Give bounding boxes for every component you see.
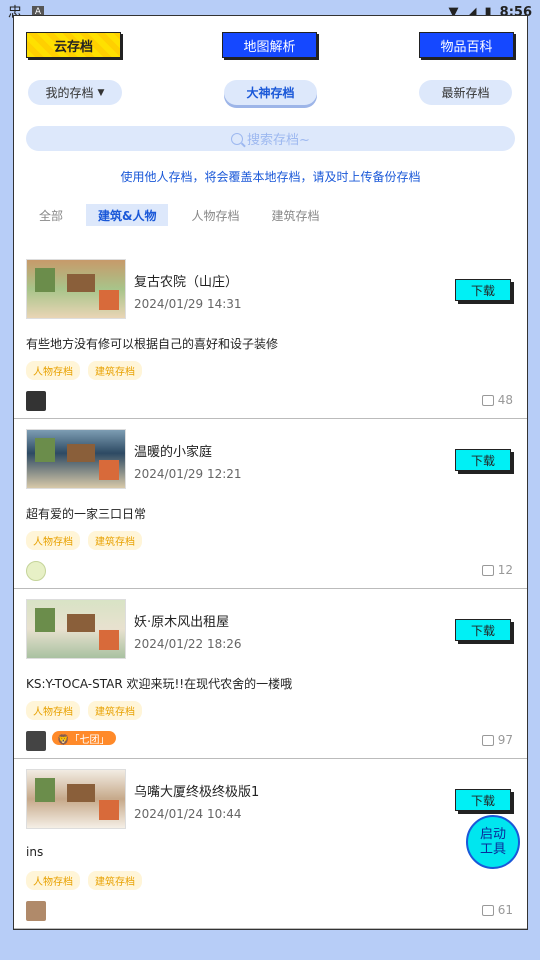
main-card: 云存档 地图解析 物品百科 我的存档 ▼ 大神存档 最新存档 搜索存档~ 使用他… xyxy=(13,15,528,930)
launch-tool-line2: 工具 xyxy=(479,842,506,857)
search-input[interactable]: 搜索存档~ xyxy=(26,126,515,151)
save-description: KS:Y-TOCA-STAR 欢迎来玩!!在现代农舍的一楼哦 xyxy=(26,677,293,691)
thumbs-up-icon xyxy=(481,564,494,576)
tag-list: 人物存档 建筑存档 xyxy=(26,871,142,890)
save-list: 复古农院（山庄） 2024/01/29 14:31 下载 有些地方没有修可以根据… xyxy=(14,249,527,929)
launch-tool-button[interactable]: 启动 工具 xyxy=(466,815,520,869)
download-button[interactable]: 下载 xyxy=(455,279,511,301)
save-title: 乌嘴大厦终极终极版1 xyxy=(134,785,260,800)
my-saves-label: 我的存档 xyxy=(45,86,94,100)
save-thumbnail[interactable] xyxy=(26,769,126,829)
save-thumbnail[interactable] xyxy=(26,259,126,319)
download-button[interactable]: 下载 xyxy=(455,789,511,811)
thumbs-up-icon xyxy=(481,734,494,746)
save-thumbnail[interactable] xyxy=(26,429,126,489)
tag-building: 建筑存档 xyxy=(88,531,142,550)
avatar[interactable] xyxy=(26,901,46,921)
likes[interactable]: 97 xyxy=(481,733,513,747)
tag-building: 建筑存档 xyxy=(88,701,142,720)
newest-saves-pill[interactable]: 最新存档 xyxy=(419,80,512,105)
my-saves-dropdown[interactable]: 我的存档 ▼ xyxy=(28,80,122,105)
likes-count: 97 xyxy=(497,733,513,747)
search-placeholder: 搜索存档~ xyxy=(247,133,310,148)
avatar[interactable] xyxy=(26,561,46,581)
notice-text: 使用他人存档，将会覆盖本地存档，请及时上传备份存档 xyxy=(120,170,421,184)
pill-row: 我的存档 ▼ 大神存档 最新存档 xyxy=(14,80,527,106)
likes[interactable]: 48 xyxy=(481,393,513,407)
tag-building: 建筑存档 xyxy=(88,361,142,380)
tag-building: 建筑存档 xyxy=(88,871,142,890)
filter-building[interactable]: 建筑存档 xyxy=(263,204,329,226)
likes-count: 12 xyxy=(497,563,513,577)
save-title: 妖·原木风出租屋 xyxy=(134,615,230,630)
likes[interactable]: 61 xyxy=(481,903,513,917)
list-item[interactable]: 乌嘴大厦终极终极版1 2024/01/24 10:44 下载 ins 人物存档 … xyxy=(14,759,527,929)
save-date: 2024/01/29 14:31 xyxy=(134,297,242,311)
filter-people[interactable]: 人物存档 xyxy=(182,204,248,226)
avatar[interactable] xyxy=(26,731,46,751)
group-badge: 🦁「七团」 xyxy=(52,731,117,746)
tag-list: 人物存档 建筑存档 xyxy=(26,531,142,550)
save-title: 温暖的小家庭 xyxy=(134,445,213,460)
save-date: 2024/01/22 18:26 xyxy=(134,637,242,651)
likes-count: 48 xyxy=(497,393,513,407)
thumbs-up-icon xyxy=(481,904,494,916)
save-date: 2024/01/24 10:44 xyxy=(134,807,242,821)
top-tabs: 云存档 地图解析 物品百科 xyxy=(14,32,527,60)
save-date: 2024/01/29 12:21 xyxy=(134,467,242,481)
caret-down-icon: ▼ xyxy=(97,87,105,98)
download-button[interactable]: 下载 xyxy=(455,619,511,641)
save-description: 有些地方没有修可以根据自己的喜好和设子装修 xyxy=(26,337,279,351)
tab-item-encyclopedia[interactable]: 物品百科 xyxy=(419,32,514,58)
save-description: ins xyxy=(26,845,44,859)
tab-map-analysis[interactable]: 地图解析 xyxy=(222,32,317,58)
tag-people: 人物存档 xyxy=(26,871,80,890)
save-description: 超有爱的一家三口日常 xyxy=(26,507,147,521)
likes-count: 61 xyxy=(497,903,513,917)
likes[interactable]: 12 xyxy=(481,563,513,577)
avatar[interactable] xyxy=(26,391,46,411)
save-thumbnail[interactable] xyxy=(26,599,126,659)
tag-list: 人物存档 建筑存档 xyxy=(26,361,142,380)
master-saves-pill[interactable]: 大神存档 xyxy=(224,80,317,105)
thumbs-up-icon xyxy=(481,394,494,406)
tag-people: 人物存档 xyxy=(26,701,80,720)
download-button[interactable]: 下载 xyxy=(455,449,511,471)
filter-all[interactable]: 全部 xyxy=(30,204,72,226)
list-item[interactable]: 妖·原木风出租屋 2024/01/22 18:26 下载 KS:Y-TOCA-S… xyxy=(14,589,527,759)
tag-people: 人物存档 xyxy=(26,361,80,380)
list-item[interactable]: 温暖的小家庭 2024/01/29 12:21 下载 超有爱的一家三口日常 人物… xyxy=(14,419,527,589)
search-icon xyxy=(231,132,244,145)
tab-cloud-save[interactable]: 云存档 xyxy=(26,32,121,58)
filter-building-people[interactable]: 建筑&人物 xyxy=(86,204,169,226)
launch-tool-line1: 启动 xyxy=(479,827,506,842)
list-item[interactable]: 复古农院（山庄） 2024/01/29 14:31 下载 有些地方没有修可以根据… xyxy=(14,249,527,419)
save-title: 复古农院（山庄） xyxy=(134,275,239,290)
filter-row: 全部 建筑&人物 人物存档 建筑存档 xyxy=(30,204,343,226)
tag-list: 人物存档 建筑存档 xyxy=(26,701,142,720)
tag-people: 人物存档 xyxy=(26,531,80,550)
